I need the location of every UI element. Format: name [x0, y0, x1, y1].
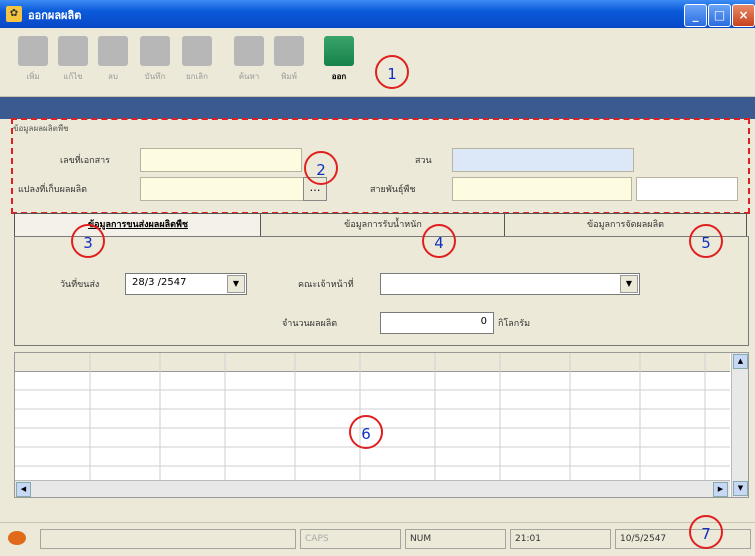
scroll-up-icon[interactable]: ▲ — [733, 354, 748, 369]
tab-transport[interactable]: ข้อมูลการขนส่งผลผลิตพืช — [14, 213, 262, 236]
status-caps: CAPS — [300, 529, 401, 549]
delete-label: ลบ — [108, 72, 118, 81]
window-title: ออกผลผลิต — [28, 9, 82, 22]
tab-weighing[interactable]: ข้อมูลการรับน้ำหนัก — [260, 213, 506, 237]
tab-bar: ข้อมูลการขนส่งผลผลิตพืช ข้อมูลการรับน้ำห… — [14, 213, 747, 237]
callout-3: 3 — [71, 224, 105, 258]
status-bar: CAPS NUM 21:01 10/5/2547 — [0, 522, 755, 556]
staff-select[interactable]: ▼ — [380, 273, 640, 295]
breed-extra-field[interactable] — [636, 177, 738, 201]
delete-icon — [98, 36, 128, 66]
transport-date-select[interactable]: 28/3 /2547 ▼ — [125, 273, 247, 295]
exit-button[interactable]: ออก — [320, 34, 358, 92]
plot-field[interactable] — [140, 177, 305, 201]
breed-label: สายพันธุ์พืช — [370, 185, 416, 195]
zone-label: สวน — [415, 156, 432, 166]
plot-label: แปลงที่เก็บผลผลิต — [18, 185, 88, 195]
add-icon — [18, 36, 48, 66]
edit-label: แก้ไข — [63, 72, 83, 81]
cancel-label: ยกเลิก — [185, 72, 208, 81]
search-label: ค้นหา — [238, 72, 260, 81]
transport-date-value: 28/3 /2547 — [132, 277, 187, 288]
app-window: ✿ ออกผลผลิต _ □ × เพิ่ม แก้ไข ลบ บันทึก … — [0, 0, 755, 556]
delete-button[interactable]: ลบ — [94, 34, 132, 92]
callout-4: 4 — [422, 224, 456, 258]
search-button[interactable]: ค้นหา — [230, 34, 268, 92]
status-panel-message — [40, 529, 296, 549]
cancel-icon — [182, 36, 212, 66]
exit-label: ออก — [331, 72, 347, 81]
qty-value: 0 — [480, 316, 487, 327]
qty-label: จำนวนผลผลิต — [282, 319, 338, 329]
save-icon — [140, 36, 170, 66]
header-group-title: ข้อมูลผลผลิตพืช — [13, 124, 69, 133]
callout-5: 5 — [689, 224, 723, 258]
edit-icon — [58, 36, 88, 66]
edit-button[interactable]: แก้ไข — [54, 34, 92, 92]
title-bar: ✿ ออกผลผลิต _ □ × — [0, 0, 755, 28]
status-date: 10/5/2547 — [615, 529, 751, 549]
save-label: บันทึก — [144, 72, 166, 81]
chevron-down-icon[interactable]: ▼ — [227, 275, 245, 293]
add-label: เพิ่ม — [26, 72, 40, 81]
add-button[interactable]: เพิ่ม — [14, 34, 52, 92]
grid-vertical-scrollbar[interactable]: ▲ ▼ — [731, 353, 748, 497]
save-button[interactable]: บันทึก — [136, 34, 174, 92]
print-label: พิมพ์ — [281, 72, 297, 81]
qty-unit-label: กิโลกรัม — [498, 319, 531, 329]
callout-7: 7 — [689, 515, 723, 549]
breed-field[interactable] — [452, 177, 632, 201]
minimize-button[interactable]: _ — [684, 4, 707, 27]
header-band — [0, 97, 755, 119]
grid-horizontal-scrollbar[interactable]: ◀ ▶ — [15, 480, 730, 497]
print-icon — [274, 36, 304, 66]
chevron-down-icon[interactable]: ▼ — [620, 275, 638, 293]
callout-1: 1 — [375, 55, 409, 89]
status-num: NUM — [405, 529, 506, 549]
scroll-right-icon[interactable]: ▶ — [713, 482, 728, 497]
tray-logo-icon — [8, 531, 26, 545]
qty-field[interactable]: 0 — [380, 312, 494, 334]
doc-no-field[interactable] — [140, 148, 302, 172]
zone-field[interactable] — [452, 148, 634, 172]
cancel-button[interactable]: ยกเลิก — [178, 34, 216, 92]
close-button[interactable]: × — [732, 4, 755, 27]
callout-6: 6 — [349, 415, 383, 449]
scroll-left-icon[interactable]: ◀ — [16, 482, 31, 497]
callout-2: 2 — [304, 151, 338, 185]
maximize-button[interactable]: □ — [708, 4, 731, 27]
app-icon: ✿ — [6, 6, 22, 22]
exit-icon — [324, 36, 354, 66]
search-icon — [234, 36, 264, 66]
print-button[interactable]: พิมพ์ — [270, 34, 308, 92]
transport-date-label: วันที่ขนส่ง — [60, 280, 100, 290]
doc-no-label: เลขที่เอกสาร — [60, 156, 110, 166]
scroll-down-icon[interactable]: ▼ — [733, 481, 748, 496]
staff-label: คณะเจ้าหน้าที่ — [298, 280, 354, 290]
status-time: 21:01 — [510, 529, 611, 549]
